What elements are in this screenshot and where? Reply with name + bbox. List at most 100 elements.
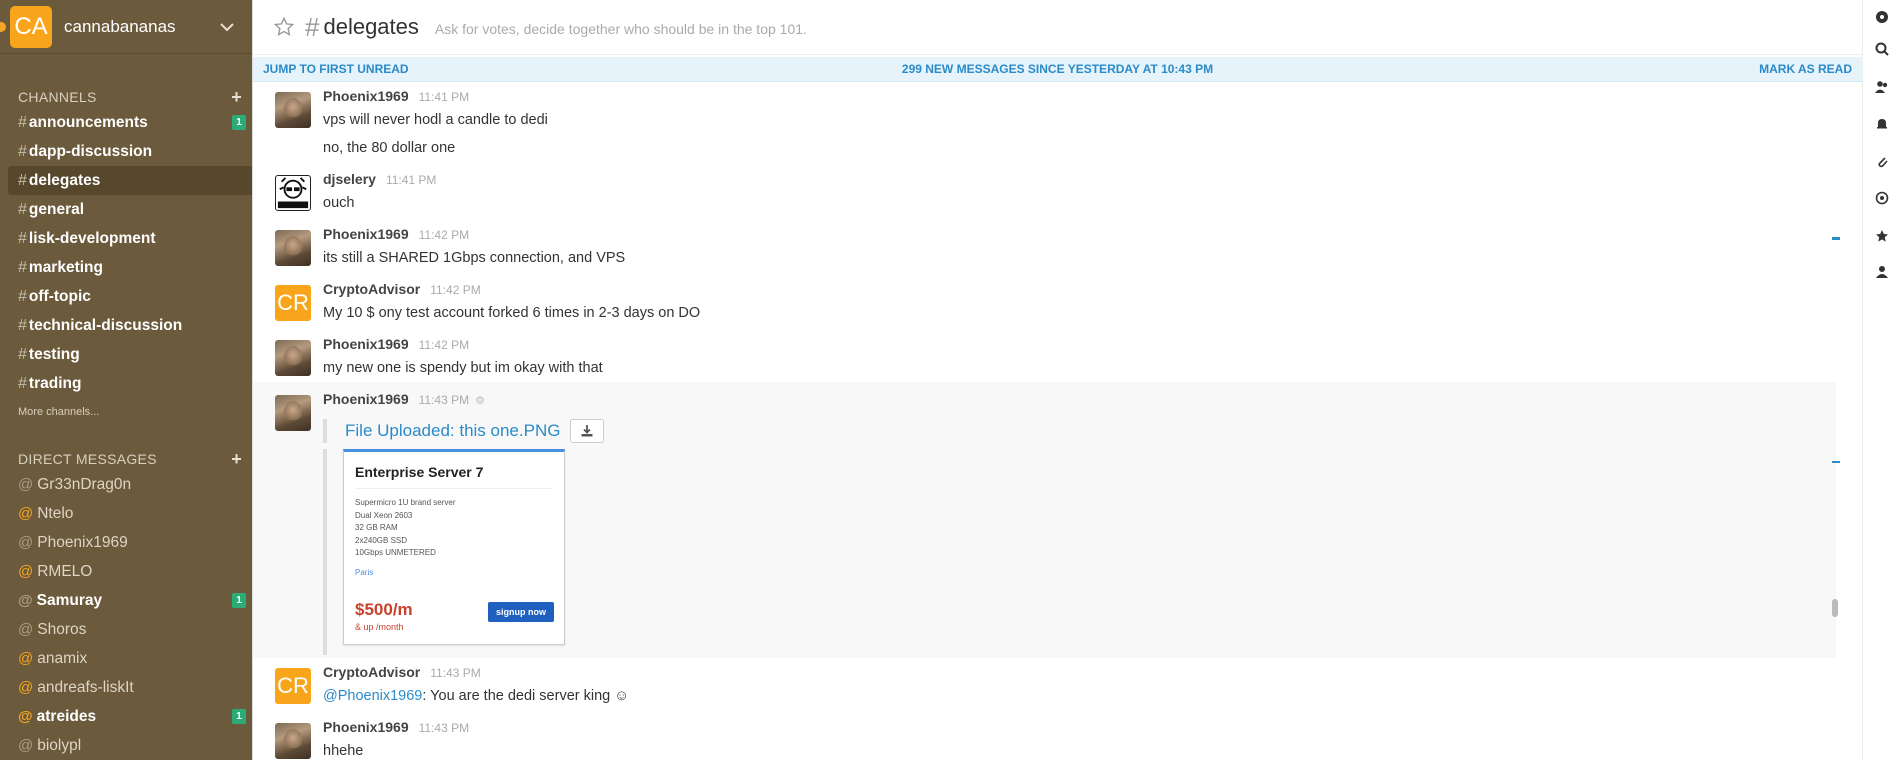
team-header[interactable]: CA cannabananas: [0, 0, 252, 54]
card-spec-line: 10Gbps UNMETERED: [355, 548, 436, 557]
presence-at-icon: @: [18, 534, 34, 551]
bell-icon[interactable]: [1875, 117, 1889, 131]
message-time[interactable]: 11:41 PM: [419, 90, 469, 104]
avatar[interactable]: [275, 230, 311, 266]
channel-topic[interactable]: Ask for votes, decide together who shoul…: [435, 21, 807, 37]
sidebar-dm-andreafs-liskit[interactable]: @ andreafs-liskIt: [0, 673, 252, 702]
sidebar-channel-delegates[interactable]: # delegates: [8, 166, 252, 195]
message-time[interactable]: 11:42 PM: [419, 338, 469, 352]
presence-at-icon: @: [18, 563, 34, 580]
dm-heading[interactable]: DIRECT MESSAGES +: [0, 448, 252, 470]
sidebar-channel-off-topic[interactable]: # off-topic: [0, 282, 252, 311]
sidebar-channel-technical-discussion[interactable]: # technical-discussion: [0, 311, 252, 340]
message-list: Phoenix1969 11:41 PM vps will never hodl…: [253, 82, 1862, 760]
team-name[interactable]: cannabananas: [64, 17, 176, 37]
card-spec-line: Dual Xeon 2603: [355, 510, 413, 520]
members-icon[interactable]: [1875, 80, 1889, 94]
sidebar-channel-dapp-discussion[interactable]: # dapp-discussion: [0, 137, 252, 166]
message-time[interactable]: 11:43 PM: [430, 666, 480, 680]
paperclip-icon[interactable]: [1875, 154, 1889, 168]
new-messages-count[interactable]: 299 NEW MESSAGES SINCE YESTERDAY AT 10:4…: [902, 62, 1213, 76]
add-dm-plus-icon[interactable]: +: [231, 450, 242, 468]
message-time[interactable]: 11:42 PM: [419, 228, 469, 242]
sidebar-dm-shoros[interactable]: @ Shoros: [0, 615, 252, 644]
user-mention[interactable]: @Phoenix1969: [323, 688, 422, 704]
message-author[interactable]: Phoenix1969: [323, 719, 409, 735]
file-link[interactable]: File Uploaded: this one.PNG: [345, 421, 560, 441]
avatar[interactable]: [275, 92, 311, 128]
message-author[interactable]: djselery: [323, 171, 376, 187]
sidebar-dm-anamix[interactable]: @ anamix: [0, 644, 252, 673]
message-text: vps will never hodl a candle to dedi: [323, 112, 548, 128]
message: CR CryptoAdvisor 11:42 PM My 10 $ ony te…: [253, 281, 1862, 329]
team-icon[interactable]: [1875, 265, 1889, 279]
sidebar-dm-biolypl[interactable]: @ biolypl: [0, 731, 252, 760]
message-time[interactable]: 11:42 PM: [430, 283, 480, 297]
add-channel-plus-icon[interactable]: +: [231, 88, 242, 106]
sidebar-channel-trading[interactable]: # trading: [0, 369, 252, 398]
mark-as-read-link[interactable]: MARK AS READ: [1759, 62, 1852, 76]
search-icon[interactable]: [1875, 42, 1889, 56]
channel-hash: #: [305, 11, 320, 42]
message-text: My 10 $ ony test account forked 6 times …: [323, 305, 701, 321]
star-icon[interactable]: [273, 16, 295, 38]
sidebar-channel-marketing[interactable]: # marketing: [0, 253, 252, 282]
scrollbar-thumb[interactable]: [1832, 599, 1838, 617]
channel-title[interactable]: delegates: [323, 14, 418, 40]
message-author[interactable]: CryptoAdvisor: [323, 281, 420, 297]
sidebar-dm-gr33ndrag0n[interactable]: @ Gr33nDrag0n: [0, 470, 252, 499]
download-button[interactable]: [570, 419, 605, 443]
jump-to-first-unread-link[interactable]: JUMP TO FIRST UNREAD: [263, 62, 409, 76]
sidebar-channel-general[interactable]: # general: [0, 195, 252, 224]
avatar[interactable]: [275, 723, 311, 759]
channel-label: off-topic: [28, 287, 91, 305]
right-toolbar: [1862, 0, 1894, 760]
card-price-note: & up /month: [355, 622, 404, 632]
channel-label: dapp-discussion: [28, 142, 153, 160]
dm-label: RMELO: [37, 562, 93, 580]
message-author[interactable]: Phoenix1969: [323, 88, 409, 104]
unread-marker: [1832, 237, 1840, 240]
card-specs: Supermicro 1U brand server Dual Xeon 260…: [355, 497, 553, 560]
sidebar-dm-atreides[interactable]: @ atreides 1: [0, 702, 252, 731]
message: djselery 11:41 PM ouch: [253, 171, 1862, 219]
message-author[interactable]: Phoenix1969: [323, 226, 409, 242]
sidebar-channel-announcements[interactable]: # announcements 1: [0, 108, 252, 137]
sidebar-dm-ntelo[interactable]: @ Ntelo: [0, 499, 252, 528]
message-time[interactable]: 11:43 PM: [419, 721, 469, 735]
star-icon[interactable]: [1875, 229, 1889, 243]
channels-heading[interactable]: CHANNELS +: [0, 86, 252, 108]
dm-label: andreafs-liskIt: [37, 678, 134, 696]
card-price: $500/m: [355, 600, 413, 619]
avatar[interactable]: [275, 175, 311, 211]
message-author[interactable]: CryptoAdvisor: [323, 664, 420, 680]
unread-badge: 1: [232, 115, 246, 130]
sidebar-channel-testing[interactable]: # testing: [0, 340, 252, 369]
presence-at-icon: @: [18, 505, 34, 522]
channels-heading-label: CHANNELS: [18, 89, 97, 105]
gear-icon[interactable]: ⚙: [475, 394, 485, 407]
message-time[interactable]: 11:41 PM: [386, 173, 436, 187]
channel-list: # announcements 1 # dapp-discussion # delegate…: [0, 108, 252, 398]
message-time[interactable]: 11:43 PM: [419, 393, 469, 407]
channel-label: trading: [28, 374, 82, 392]
avatar[interactable]: CR: [275, 668, 311, 704]
dm-label: biolypl: [37, 736, 82, 754]
sidebar-dm-rmelo[interactable]: @ RMELO: [0, 557, 252, 586]
team-avatar: CA: [10, 5, 52, 48]
chevron-down-icon[interactable]: [218, 18, 236, 36]
more-channels-link[interactable]: More channels...: [0, 406, 252, 424]
message-author[interactable]: Phoenix1969: [323, 336, 409, 352]
avatar[interactable]: CR: [275, 285, 311, 321]
card-location: Paris: [355, 567, 374, 577]
avatar[interactable]: [275, 395, 311, 431]
image-preview-card[interactable]: Enterprise Server 7 Supermicro 1U brand …: [343, 449, 565, 645]
dm-label: anamix: [37, 649, 88, 667]
avatar[interactable]: [275, 340, 311, 376]
sidebar-channel-lisk-development[interactable]: # lisk-development: [0, 224, 252, 253]
sidebar-dm-samuray[interactable]: @ Samuray 1: [0, 586, 252, 615]
message-author[interactable]: Phoenix1969: [323, 391, 409, 407]
sidebar-dm-phoenix1969[interactable]: @ Phoenix1969: [0, 528, 252, 557]
at-mention-icon[interactable]: [1875, 191, 1889, 205]
activity-icon[interactable]: [1875, 10, 1889, 24]
